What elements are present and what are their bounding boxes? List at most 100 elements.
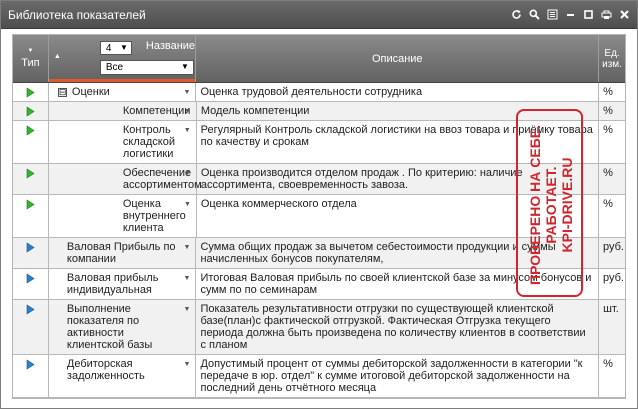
description-cell: Оценка производится отделом продаж . По …: [197, 164, 600, 194]
minimize-icon[interactable]: [563, 8, 577, 22]
table-row[interactable]: Оценка внутреннего клиента ▼ Оценка комм…: [13, 195, 625, 238]
window-toolbar: [509, 8, 637, 22]
indicator-library-window: Библиотека показателей ▼ Тип ▲ 4 ▼ Назва…: [0, 0, 638, 409]
unit-column-label-line2: изм.: [602, 58, 622, 70]
indicator-name: Компетенции: [122, 105, 191, 117]
description-cell: Итоговая Валовая прибыль по своей клиент…: [196, 269, 600, 299]
name-column-header: ▲ 4 ▼ Название Все ▼: [48, 35, 197, 82]
sort-down-icon: ▼: [27, 48, 34, 54]
name-cell: Контроль складской логистики ▼: [49, 121, 197, 163]
row-menu-chevron-icon[interactable]: ▼: [184, 87, 191, 99]
type-cell: [13, 195, 49, 237]
unit-cell: %: [603, 105, 613, 117]
indicator-name: Оценки: [71, 86, 110, 98]
close-icon[interactable]: [617, 8, 631, 22]
print-icon[interactable]: [599, 8, 613, 22]
level-select-value: 4: [105, 42, 112, 54]
type-cell: [13, 102, 49, 120]
table-row[interactable]: Компетенции ▼ Модель компетенции %: [13, 102, 625, 121]
indicator-name: Выполнение показателя по активности клие…: [66, 303, 153, 351]
name-cell: Валовая Прибыль по компании ▼: [49, 238, 197, 268]
type-cell: [13, 164, 49, 194]
description-cell: Сумма общих продаж за вычетом себестоимо…: [196, 238, 600, 268]
unit-column-label-line1: Ед.: [604, 47, 620, 59]
unit-cell: %: [603, 167, 613, 179]
indicator-grid: ▼ Тип ▲ 4 ▼ Название Все ▼ Описание Ед. …: [12, 34, 626, 399]
description-cell: Оценка трудовой деятельности сотрудника: [196, 83, 600, 101]
indicator-name: Валовая прибыль индивидуальная: [66, 272, 159, 296]
chevron-down-icon: ▼: [119, 43, 128, 52]
table-row[interactable]: Валовая прибыль индивидуальная ▼ Итогова…: [13, 269, 625, 300]
grid-header: ▼ Тип ▲ 4 ▼ Название Все ▼ Описание Ед. …: [13, 35, 625, 83]
row-menu-chevron-icon[interactable]: ▼: [184, 242, 191, 254]
unit-cell: %: [603, 198, 613, 210]
filter-select-value: Все: [105, 62, 124, 73]
row-menu-chevron-icon[interactable]: ▼: [184, 125, 191, 137]
type-cell: [13, 238, 49, 268]
type-cell: [13, 269, 49, 299]
maximize-icon[interactable]: [581, 8, 595, 22]
row-menu-chevron-icon[interactable]: ▼: [184, 106, 191, 118]
description-column-label: Описание: [371, 52, 423, 65]
description-cell: Показатель результативности отгрузки по …: [196, 300, 600, 354]
unit-cell: руб.: [603, 241, 624, 253]
green-play-icon: [26, 199, 35, 210]
sort-up-icon[interactable]: ▲: [54, 53, 61, 60]
blue-play-icon: [26, 304, 35, 315]
refresh-icon[interactable]: [509, 8, 523, 22]
list-icon[interactable]: [545, 8, 559, 22]
description-cell: Модель компетенции: [197, 102, 600, 120]
window-title: Библиотека показателей: [8, 7, 146, 22]
indicator-name: Оценка внутреннего клиента: [122, 198, 186, 234]
row-menu-chevron-icon[interactable]: ▼: [184, 304, 191, 316]
collapse-toggle-icon[interactable]: ⊟: [57, 88, 67, 97]
description-cell: Оценка коммерческого отдела: [197, 195, 600, 237]
title-bar: Библиотека показателей: [1, 1, 637, 29]
row-menu-chevron-icon[interactable]: ▼: [184, 168, 191, 180]
indicator-name: Валовая Прибыль по компании: [66, 241, 176, 265]
blue-play-icon: [26, 273, 35, 284]
type-column-label: Тип: [21, 57, 40, 69]
filter-select[interactable]: Все ▼: [99, 60, 194, 75]
unit-cell: %: [603, 124, 613, 136]
unit-cell: %: [603, 358, 613, 370]
table-row[interactable]: Валовая Прибыль по компании ▼ Сумма общи…: [13, 238, 625, 269]
table-row[interactable]: Дебиторская задолженность ▼ Допустимый п…: [13, 355, 625, 398]
name-cell: Выполнение показателя по активности клие…: [49, 300, 197, 354]
name-cell: Обеспечение ассортиментом ▼: [49, 164, 202, 194]
search-icon[interactable]: [527, 8, 541, 22]
indicator-name: Контроль складской логистики: [122, 124, 175, 160]
row-menu-chevron-icon[interactable]: ▼: [184, 273, 191, 285]
type-cell: [13, 355, 49, 397]
description-cell: Регулярный Контроль складской логистики …: [197, 121, 600, 163]
description-cell: Допустимый процент от суммы дебиторской …: [196, 355, 600, 397]
description-column-header[interactable]: Описание: [196, 35, 600, 82]
name-cell: Оценка внутреннего клиента ▼: [49, 195, 197, 237]
unit-cell: %: [603, 86, 613, 98]
name-cell: Валовая прибыль индивидуальная ▼: [49, 269, 197, 299]
name-cell: ⊟ Оценки ▼: [49, 83, 197, 101]
indicator-name: Дебиторская задолженность: [66, 358, 145, 382]
type-cell: [13, 121, 49, 163]
green-play-icon: [26, 87, 35, 98]
green-play-icon: [26, 106, 35, 117]
table-row[interactable]: ⊟ Оценки ▼ Оценка трудовой деятельности …: [13, 83, 625, 102]
chevron-down-icon: ▼: [180, 62, 189, 71]
type-cell: [13, 83, 49, 101]
type-column-header[interactable]: ▼ Тип: [13, 35, 49, 82]
level-select[interactable]: 4 ▼: [99, 41, 132, 55]
unit-cell: руб.: [603, 272, 624, 284]
green-play-icon: [26, 168, 35, 179]
blue-play-icon: [26, 242, 35, 253]
name-cell: Дебиторская задолженность ▼: [49, 355, 197, 397]
row-menu-chevron-icon[interactable]: ▼: [184, 199, 191, 211]
unit-cell: шт.: [603, 303, 619, 315]
row-menu-chevron-icon[interactable]: ▼: [184, 359, 191, 371]
active-column-underline: [48, 79, 196, 82]
name-column-label[interactable]: Название: [146, 40, 195, 52]
type-cell: [13, 300, 49, 354]
table-row[interactable]: Контроль складской логистики ▼ Регулярны…: [13, 121, 625, 164]
table-row[interactable]: Обеспечение ассортиментом ▼ Оценка произ…: [13, 164, 625, 195]
unit-column-header[interactable]: Ед. изм.: [599, 35, 625, 82]
table-row[interactable]: Выполнение показателя по активности клие…: [13, 300, 625, 355]
